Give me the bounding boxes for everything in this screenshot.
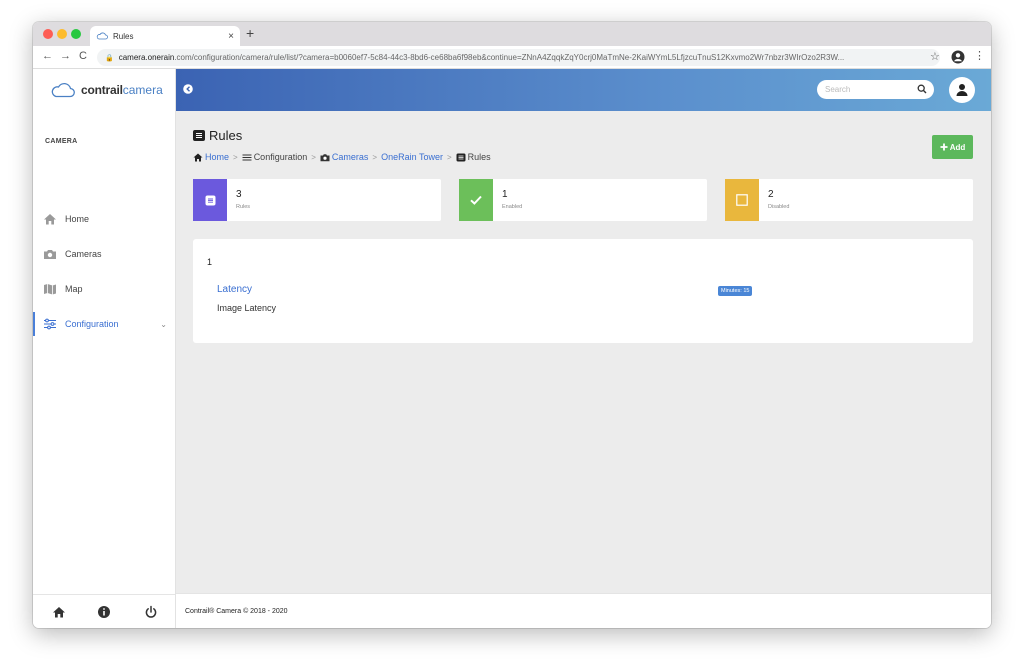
camera-icon: [320, 153, 330, 161]
browser-window: Rules × + ← → C 🔒 camera.onerain.com/conf…: [33, 22, 991, 628]
sidebar-item-home[interactable]: Home: [33, 207, 175, 231]
breadcrumb-rules: Rules: [456, 152, 491, 162]
home-icon: [44, 214, 56, 225]
stat-label: Enabled: [502, 204, 523, 210]
enabled-stat-icon-box: [459, 179, 493, 221]
breadcrumb-separator: >: [311, 152, 316, 162]
breadcrumb-separator: >: [446, 152, 452, 162]
breadcrumb-tower[interactable]: OneRain Tower: [381, 152, 443, 162]
sidebar: contrail camera CAMERA Home Cameras Map C…: [33, 69, 176, 628]
sliders-icon: [242, 154, 252, 160]
profile-icon[interactable]: [951, 50, 965, 64]
sidebar-item-configuration[interactable]: Configuration ⌄: [33, 312, 175, 336]
breadcrumb-cameras-label: Cameras: [331, 152, 369, 162]
stat-value: 3: [236, 189, 242, 200]
sidebar-item-label: Configuration: [65, 319, 119, 329]
reload-button[interactable]: C: [79, 50, 87, 62]
collapse-sidebar-icon[interactable]: [183, 84, 193, 94]
list-icon: [193, 130, 205, 141]
stat-card-enabled: 1 Enabled: [459, 179, 707, 221]
stat-value: 2: [768, 189, 774, 200]
app: contrail camera CAMERA Home Cameras Map C…: [33, 69, 991, 628]
browser-tab-rules[interactable]: Rules ×: [90, 26, 240, 46]
sliders-icon: [44, 318, 56, 330]
user-menu-button[interactable]: [949, 77, 975, 103]
url-host: camera.onerain: [118, 53, 175, 62]
stat-card-rules: 3 Rules: [193, 179, 441, 221]
add-rule-button[interactable]: Add: [932, 135, 973, 159]
sidebar-item-cameras[interactable]: Cameras: [33, 242, 175, 266]
breadcrumb-cameras[interactable]: Cameras: [320, 152, 369, 162]
tab-bar: Rules × +: [33, 22, 991, 46]
page-title-text: Rules: [209, 128, 243, 143]
sidebar-section-label: CAMERA: [45, 138, 78, 145]
user-icon: [956, 84, 968, 96]
breadcrumb-home-label: Home: [205, 152, 230, 162]
empty-checkbox-icon: [736, 194, 748, 206]
rule-name-link[interactable]: Latency: [217, 284, 252, 295]
brand-name-light: camera: [122, 83, 163, 97]
sidebar-item-label: Cameras: [65, 249, 102, 259]
stat-label: Disabled: [768, 204, 790, 210]
lock-icon: 🔒: [105, 55, 114, 62]
rule-interval-badge: Minutes: 15: [718, 286, 753, 296]
home-icon[interactable]: [52, 605, 66, 619]
sidebar-item-label: Map: [65, 284, 83, 294]
page-title: Rules: [193, 128, 242, 143]
rule-description: Image Latency: [217, 303, 277, 313]
breadcrumb-configuration-label: Configuration: [253, 152, 308, 162]
back-button[interactable]: ←: [42, 50, 53, 62]
forward-button[interactable]: →: [60, 50, 71, 62]
sidebar-item-label: Home: [65, 214, 90, 224]
add-button-label: Add: [949, 142, 966, 152]
bookmark-star-icon[interactable]: ☆: [930, 50, 940, 63]
power-icon[interactable]: [144, 605, 158, 619]
check-icon: [470, 195, 482, 205]
url-field[interactable]: 🔒 camera.onerain.com/configuration/camera…: [97, 49, 940, 66]
rules-list-card: 1 Latency Image Latency Minutes: 15: [193, 239, 973, 343]
chevron-down-icon: ⌄: [160, 319, 167, 329]
home-icon: [193, 153, 203, 161]
list-icon: [456, 153, 466, 161]
map-icon: [44, 284, 56, 295]
tab-close-button[interactable]: ×: [228, 31, 234, 42]
camera-icon: [44, 250, 56, 259]
minimize-window-button[interactable]: [57, 29, 67, 39]
breadcrumb-home[interactable]: Home: [193, 152, 229, 162]
cloud-icon: [96, 32, 108, 40]
sidebar-item-map[interactable]: Map: [33, 277, 175, 301]
list-icon: [205, 195, 215, 205]
breadcrumb: Home > Configuration > Cameras > OneRain…: [193, 152, 491, 162]
cloud-logo-icon: [51, 83, 75, 98]
new-tab-button[interactable]: +: [246, 25, 254, 41]
stat-value: 1: [502, 189, 508, 200]
address-bar: ← → C 🔒 camera.onerain.com/configuration/…: [33, 46, 991, 69]
breadcrumb-configuration: Configuration: [242, 152, 308, 162]
url-path: .com/configuration/camera/rule/list/?cam…: [174, 53, 845, 62]
rules-count: 1: [207, 257, 213, 267]
breadcrumb-separator: >: [233, 152, 238, 162]
search-placeholder: Search: [825, 85, 851, 94]
top-header-bar: Search: [176, 69, 991, 111]
disabled-stat-icon-box: [725, 179, 759, 221]
info-icon[interactable]: [97, 605, 111, 619]
search-input[interactable]: Search: [817, 80, 934, 99]
close-window-button[interactable]: [43, 29, 53, 39]
stat-label: Rules: [236, 204, 251, 210]
browser-menu-button[interactable]: ⋮: [974, 49, 985, 62]
breadcrumb-rules-label: Rules: [467, 152, 491, 162]
stat-card-disabled: 2 Disabled: [725, 179, 973, 221]
main-content: Rules Home > Configuration > Cameras > O…: [176, 111, 991, 593]
plus-icon: [940, 143, 948, 151]
sidebar-footer: [33, 594, 175, 628]
brand-logo[interactable]: contrail camera: [33, 69, 175, 111]
tab-title: Rules: [113, 31, 134, 41]
maximize-window-button[interactable]: [71, 29, 81, 39]
brand-name-bold: contrail: [81, 83, 123, 97]
rules-stat-icon-box: [193, 179, 227, 221]
page-footer: Contrail® Camera © 2018 - 2020: [176, 593, 991, 628]
search-icon[interactable]: [917, 84, 927, 94]
breadcrumb-separator: >: [372, 152, 378, 162]
